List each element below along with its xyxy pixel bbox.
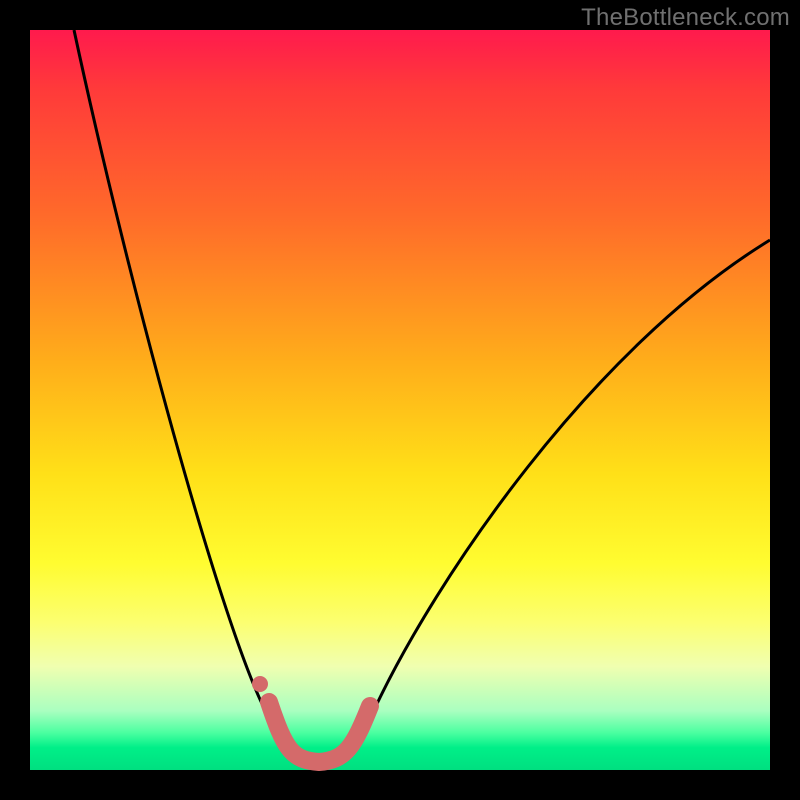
bottleneck-curve	[74, 30, 770, 766]
sweet-spot-dot	[252, 676, 268, 692]
sweet-spot-marker	[269, 702, 370, 762]
chart-svg	[30, 30, 770, 770]
watermark-text: TheBottleneck.com	[581, 4, 790, 32]
